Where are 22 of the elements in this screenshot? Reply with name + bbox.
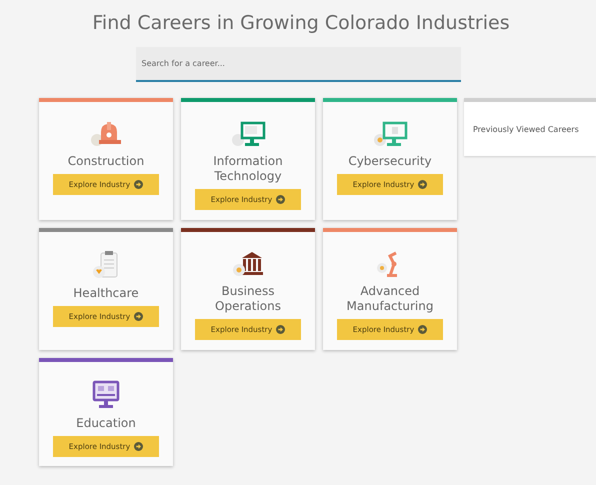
industry-name: Education	[75, 416, 137, 431]
arrow-circle-icon	[418, 325, 428, 334]
page-title: Find Careers in Growing Colorado Industries	[91, 12, 511, 34]
arrow-circle-icon	[134, 180, 144, 189]
monitor-icon	[372, 120, 408, 148]
industry-name: Cybersecurity	[347, 154, 433, 169]
arrow-circle-icon	[276, 325, 286, 334]
hard-hat-icon	[89, 120, 123, 148]
industry-name: Healthcare	[72, 286, 140, 301]
arrow-circle-icon	[276, 195, 286, 204]
arrow-circle-icon	[418, 180, 428, 189]
search-field[interactable]: Search for a career...	[136, 47, 460, 82]
panel-title: Previously Viewed Careers	[473, 124, 579, 134]
arrow-circle-icon	[134, 312, 144, 321]
industry-name: Business Operations	[214, 284, 282, 314]
arrow-circle-icon	[134, 442, 144, 451]
bank-icon	[232, 250, 264, 278]
monitor-icon	[230, 120, 266, 148]
computer-icon	[91, 380, 121, 410]
industry-name: Information Technology	[212, 154, 284, 184]
industry-name: Advanced Manufacturing	[346, 284, 434, 314]
industry-name: Construction	[66, 154, 146, 169]
